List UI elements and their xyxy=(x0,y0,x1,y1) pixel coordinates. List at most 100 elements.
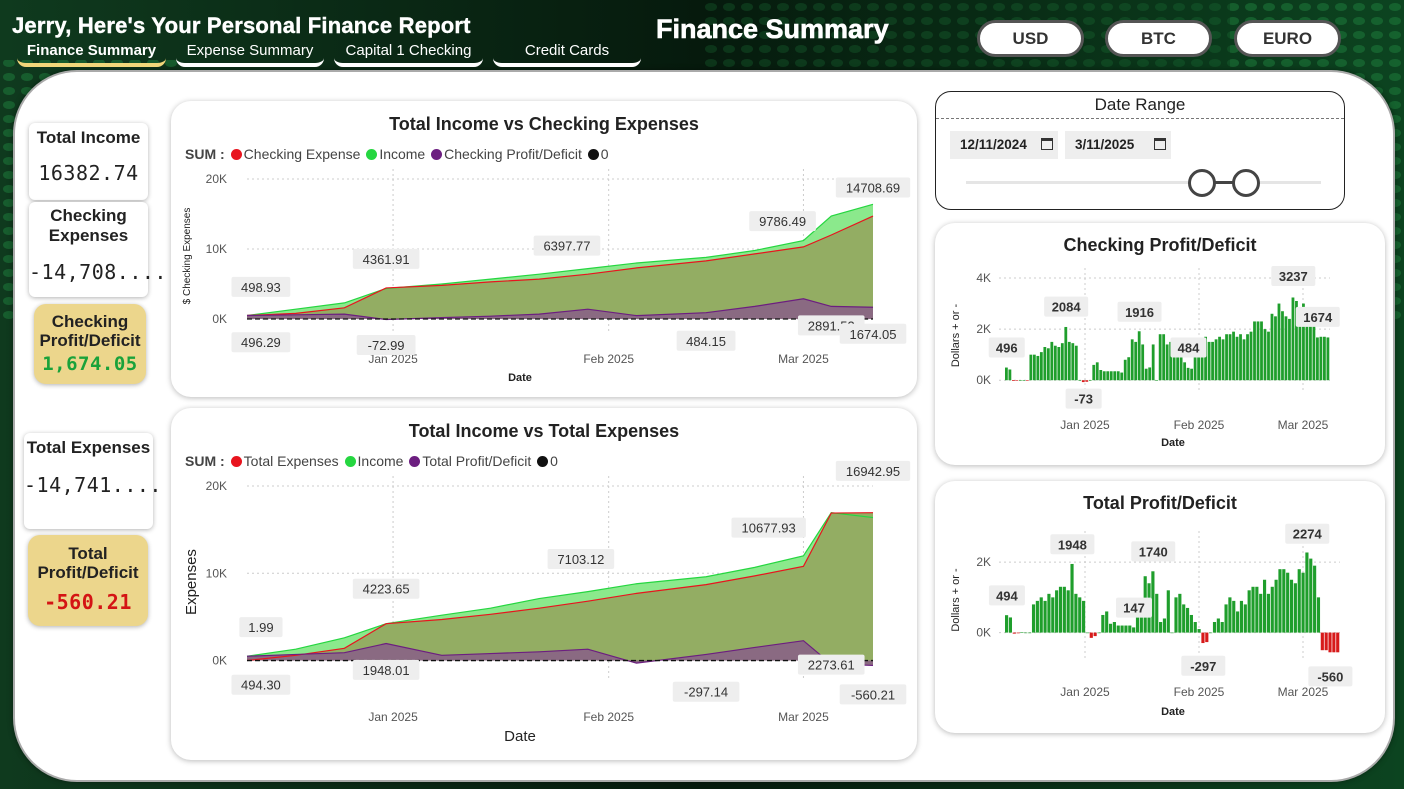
card-income-vs-total: Total Income vs Total Expenses SUM : Tota… xyxy=(171,408,917,760)
bar xyxy=(1106,371,1110,381)
end-date-input[interactable]: 3/11/2025 xyxy=(1065,131,1171,159)
data-label: -72.99 xyxy=(368,338,405,353)
bar xyxy=(1247,590,1251,633)
usd-button[interactable]: USD xyxy=(977,20,1084,57)
start-date-input[interactable]: 12/11/2024 xyxy=(950,131,1058,159)
kpi-value: -560.21 xyxy=(44,590,132,614)
bar xyxy=(1293,583,1297,633)
start-date-value: 12/11/2024 xyxy=(960,137,1027,152)
calendar-icon[interactable] xyxy=(1041,138,1053,150)
bar xyxy=(1182,604,1186,633)
bar-chart-total-profit[interactable]: 0K 2K Jan 2025 Feb 2025 Mar 2025 494 1948 147 17… xyxy=(935,481,1385,733)
bar xyxy=(1035,600,1039,633)
bar xyxy=(1267,331,1270,381)
x-tick-label: Mar 2025 xyxy=(1278,418,1329,432)
tab-finance-summary[interactable]: Finance Summary xyxy=(17,42,166,67)
bar xyxy=(1028,632,1032,634)
bar xyxy=(1289,579,1294,633)
tab-capital-1-checking[interactable]: Capital 1 Checking xyxy=(334,42,483,67)
bar xyxy=(1205,632,1209,643)
bar xyxy=(1193,622,1197,633)
y-tick-label: 10K xyxy=(206,566,227,580)
kpi-checking-profit: Checking Profit/Deficit 1,674.05 xyxy=(34,304,146,384)
date-range-slicer: Date Range 12/11/2024 3/11/2025 xyxy=(935,91,1345,210)
bar xyxy=(1141,344,1145,381)
data-label: -560 xyxy=(1317,669,1343,684)
data-label: 9786.49 xyxy=(759,214,806,229)
bar xyxy=(1074,593,1078,633)
bar xyxy=(1179,357,1183,381)
y-tick-label: 20K xyxy=(206,172,227,186)
end-date-value: 3/11/2025 xyxy=(1075,137,1135,152)
tab-credit-cards[interactable]: Credit Cards xyxy=(493,42,641,67)
slider-track[interactable] xyxy=(966,181,1321,184)
bar xyxy=(1036,355,1040,381)
divider xyxy=(936,118,1344,119)
kpi-total-expenses: Total Expenses -14,741.... xyxy=(24,433,161,529)
bar xyxy=(1024,632,1028,634)
bar xyxy=(1249,331,1253,381)
bar xyxy=(1270,586,1274,633)
x-axis-title: Date xyxy=(1161,437,1185,449)
bar xyxy=(1200,354,1204,381)
bar xyxy=(1148,367,1152,381)
bar xyxy=(1053,345,1057,381)
bar xyxy=(1286,572,1290,633)
kpi-value: -14,708.... xyxy=(29,260,167,284)
bar xyxy=(1108,623,1113,633)
x-tick-label: Jan 2025 xyxy=(1060,418,1110,432)
data-label: 498.93 xyxy=(241,280,281,295)
x-tick-label: Feb 2025 xyxy=(583,352,634,366)
calendar-icon[interactable] xyxy=(1154,138,1166,150)
x-tick-label: Mar 2025 xyxy=(778,352,829,366)
kpi-label: Total Profit/Deficit xyxy=(37,544,139,582)
bar xyxy=(1058,586,1063,633)
bar xyxy=(1183,362,1187,381)
slider-start-handle[interactable] xyxy=(1188,169,1216,197)
bar xyxy=(1018,380,1022,381)
kpi-checking-expenses: Checking Expenses -14,708.... xyxy=(29,202,167,297)
kpi-label: Total Expenses xyxy=(26,438,151,457)
bar xyxy=(1120,372,1124,381)
bar xyxy=(1089,632,1093,638)
bar xyxy=(1326,337,1330,381)
data-label: 2274 xyxy=(1293,527,1323,542)
y-axis-title: Dollars + or - xyxy=(950,304,962,368)
y-tick-label: 10K xyxy=(206,242,227,256)
data-label: 2273.61 xyxy=(808,658,855,673)
tab-expense-summary[interactable]: Expense Summary xyxy=(176,42,324,67)
bar xyxy=(1190,368,1194,381)
data-label: -297 xyxy=(1190,659,1216,674)
bar xyxy=(1324,632,1328,651)
slider-end-handle[interactable] xyxy=(1232,169,1260,197)
bar xyxy=(1123,359,1127,381)
x-tick-label: Mar 2025 xyxy=(778,710,829,724)
bar xyxy=(1266,593,1270,633)
bar xyxy=(1031,604,1036,633)
bar xyxy=(1008,369,1012,381)
data-label: 1.99 xyxy=(248,620,273,635)
bar xyxy=(1214,339,1218,381)
kpi-value: 1,674.05 xyxy=(42,353,138,375)
bar xyxy=(1256,321,1260,381)
bar xyxy=(1151,344,1155,381)
bar xyxy=(1316,337,1319,381)
bar-chart-checking-profit[interactable]: 0K 2K 4K Jan 2025 Feb 2025 Mar 2025 496 2084 -73… xyxy=(935,223,1385,465)
bar xyxy=(1113,371,1117,381)
bar xyxy=(1288,318,1291,381)
bar xyxy=(1232,331,1235,381)
bar xyxy=(1078,597,1082,633)
btc-button[interactable]: BTC xyxy=(1105,20,1212,57)
euro-button[interactable]: EURO xyxy=(1234,20,1341,57)
bar xyxy=(1155,593,1159,633)
bar xyxy=(1209,632,1213,634)
area-chart-checking[interactable]: 0K10K20KJan 2025 Feb 2025 Mar 2025498.9349… xyxy=(171,101,917,397)
area-chart-total[interactable]: 0K 10K 20K Jan 2025 Feb 2025 Mar 2025 1.99 494.… xyxy=(171,408,917,760)
bar xyxy=(1242,339,1246,381)
bar xyxy=(1312,321,1316,381)
data-label: 4223.65 xyxy=(363,582,410,597)
kpi-label: Checking Profit/Deficit xyxy=(39,312,141,350)
bar xyxy=(1062,586,1066,633)
bar xyxy=(1008,617,1013,633)
bar xyxy=(1039,352,1043,381)
